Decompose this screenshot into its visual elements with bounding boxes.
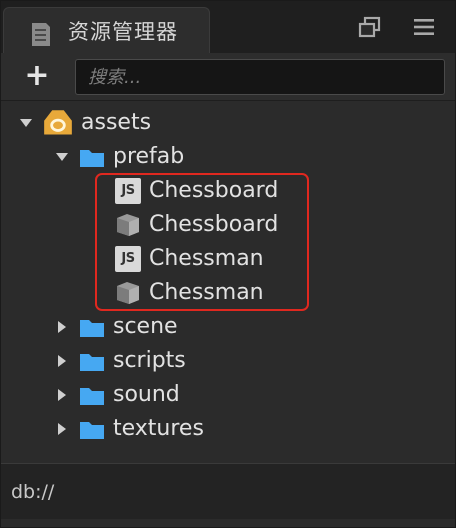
folder-icon: [80, 422, 104, 439]
chevron-down-icon[interactable]: [55, 150, 69, 164]
tree-item-prefab[interactable]: prefab: [55, 140, 184, 174]
hamburger-menu-icon: [414, 19, 434, 35]
tree-item-scene[interactable]: scene: [55, 310, 178, 344]
tab-assets[interactable]: 资源管理器: [3, 7, 210, 53]
assets-panel: 资源管理器 + 搜索... assets prefab JS Chessboar…: [0, 0, 456, 528]
tree-item-chessman-prefab[interactable]: Chessman: [115, 276, 264, 310]
document-icon: [32, 23, 50, 46]
search-input[interactable]: [75, 59, 445, 95]
tree-item-chessboard-js[interactable]: JS Chessboard: [115, 174, 278, 208]
js-file-icon: JS: [115, 178, 141, 204]
assets-db-icon: [44, 110, 72, 135]
panel-title: 资源管理器: [68, 20, 178, 44]
tree-item-scripts[interactable]: scripts: [55, 344, 186, 378]
chevron-right-icon[interactable]: [55, 388, 69, 402]
folder-icon: [80, 354, 104, 371]
tree-item-label: Chessman: [149, 246, 264, 271]
folder-icon: [80, 320, 104, 337]
tree-item-textures[interactable]: textures: [55, 412, 204, 446]
tree-item-chessman-js[interactable]: JS Chessman: [115, 242, 264, 276]
folder-icon: [80, 388, 104, 405]
chevron-down-icon[interactable]: [19, 116, 33, 130]
tree-item-label: textures: [113, 416, 204, 441]
tree-item-label: Chessboard: [149, 212, 279, 237]
tree-item-label: Chessboard: [149, 178, 279, 203]
prefab-icon: [117, 282, 139, 304]
tree-item-label: scene: [113, 314, 178, 339]
tree-item-label: prefab: [113, 144, 185, 169]
tree-item-assets[interactable]: assets: [19, 106, 151, 140]
popout-window-icon: [358, 16, 381, 38]
tree-item-chessboard-prefab[interactable]: Chessboard: [115, 208, 278, 242]
js-file-icon: JS: [115, 246, 141, 272]
tab-bar: 资源管理器: [1, 1, 455, 53]
tree-item-label: scripts: [113, 348, 186, 373]
status-footer: db://: [1, 463, 455, 519]
popout-button[interactable]: [357, 15, 383, 39]
tree-item-label: sound: [113, 382, 180, 407]
add-asset-button[interactable]: +: [21, 61, 53, 93]
tree-item-label: assets: [81, 110, 152, 135]
chevron-right-icon[interactable]: [55, 422, 69, 436]
folder-icon: [80, 150, 104, 167]
chevron-right-icon[interactable]: [55, 354, 69, 368]
toolbar: +: [1, 53, 455, 101]
db-path-label: db://: [11, 481, 55, 503]
asset-tree: assets prefab JS Chessboard Chessboard J…: [1, 101, 455, 463]
tree-item-label: Chessman: [149, 280, 264, 305]
prefab-icon: [117, 214, 139, 236]
tree-item-sound[interactable]: sound: [55, 378, 180, 412]
chevron-right-icon[interactable]: [55, 320, 69, 334]
panel-menu-button[interactable]: [411, 15, 437, 39]
